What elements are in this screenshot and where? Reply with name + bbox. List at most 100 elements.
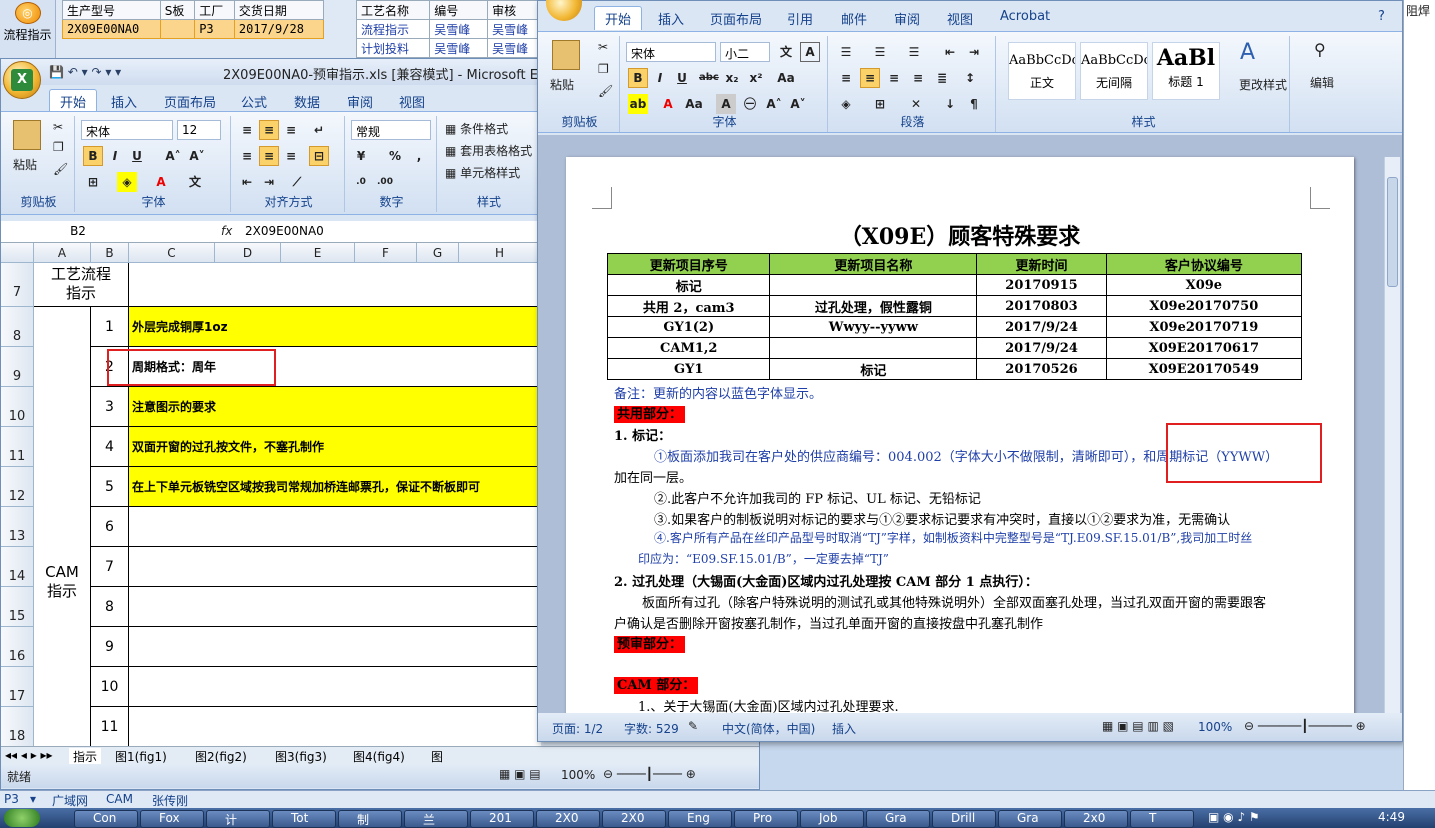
sheet-tab[interactable]: 图3(fig3)	[275, 748, 327, 765]
start-button[interactable]	[4, 809, 40, 827]
office-button[interactable]: X	[3, 61, 41, 99]
style-heading1[interactable]: AaBl 标题 1	[1152, 42, 1220, 100]
row-header[interactable]: 13	[1, 507, 34, 547]
decrease-indent-icon[interactable]: ⇤	[940, 42, 960, 62]
justify-icon[interactable]: ≡	[908, 68, 928, 88]
table-cell[interactable]: 过孔处理，假性露铜	[769, 295, 978, 317]
sheet-tab[interactable]: 图1(fig1)	[115, 748, 167, 765]
change-styles-icon[interactable]: A	[1240, 40, 1255, 65]
zoom-slider[interactable]: ⊖ ────┃──── ⊕	[603, 767, 696, 781]
sheet-tab[interactable]: 指示	[69, 748, 102, 765]
taskbar-item[interactable]: Gra	[866, 810, 930, 828]
table-cell[interactable]	[769, 274, 978, 296]
superscript-icon[interactable]: x²	[746, 68, 766, 88]
column-header[interactable]: H	[459, 243, 541, 263]
row-header[interactable]: 8	[1, 307, 34, 347]
table-cell[interactable]: 标记	[606, 274, 771, 296]
document-page[interactable]: （X09E）顾客特殊要求 更新项目序号 更新项目名称 更新时间 客户协议编号 标…	[566, 157, 1354, 717]
align-right-icon[interactable]: ≡	[884, 68, 904, 88]
chevron-down-icon[interactable]: ▾	[30, 792, 36, 806]
subscript-icon[interactable]: x₂	[722, 68, 742, 88]
font-color-icon[interactable]: A	[658, 94, 678, 114]
table-cell[interactable]: X09e	[1105, 274, 1303, 296]
style-no-spacing[interactable]: AaBbCcDc 无间隔	[1080, 42, 1148, 100]
row-number-cell[interactable]: 6	[91, 507, 129, 547]
select-all[interactable]	[1, 243, 34, 263]
align-middle-icon[interactable]: ≡	[259, 120, 279, 140]
worksheet-grid[interactable]: A B C D E F G H 7 工艺流程指示 8 9 10 11 12 13…	[1, 243, 541, 746]
network-button[interactable]: 广域网	[52, 792, 88, 809]
table-cell[interactable]: X09e20170719	[1105, 316, 1303, 338]
table-cell[interactable]: 20170915	[976, 274, 1107, 296]
column-header[interactable]: E	[281, 243, 355, 263]
column-header[interactable]: B	[91, 243, 129, 263]
row-header[interactable]: 15	[1, 587, 34, 627]
shrink-font-icon[interactable]: A˅	[788, 94, 808, 114]
taskbar-item[interactable]: Fox	[140, 810, 204, 828]
empty-cell[interactable]	[129, 263, 541, 307]
clear-format-icon[interactable]: Aa	[776, 68, 796, 88]
row-number-cell[interactable]: 5	[91, 467, 129, 507]
char-shading-icon[interactable]: A	[716, 94, 736, 114]
table-cell[interactable]: X09e20170750	[1105, 295, 1303, 317]
table-cell[interactable]: GY1	[606, 358, 771, 380]
table-cell[interactable]: CAM1,2	[606, 337, 771, 359]
grow-font-icon[interactable]: A˄	[764, 94, 784, 114]
view-buttons[interactable]: ▦ ▣ ▤ ▥ ▧	[1102, 719, 1174, 733]
column-header[interactable]: G	[417, 243, 459, 263]
tab-review[interactable]: 审阅	[347, 92, 373, 111]
insert-mode[interactable]: 插入	[832, 720, 856, 737]
taskbar-item[interactable]: 201	[470, 810, 534, 828]
grid-cell-date[interactable]: 2017/9/28	[233, 19, 325, 39]
quick-access-toolbar[interactable]: 💾 ↶ ▾ ↷ ▾ ▾	[49, 65, 121, 79]
row-number-cell[interactable]: 10	[91, 667, 129, 707]
tab-page-layout[interactable]: 页面布局	[710, 9, 762, 28]
number-format-select[interactable]: 常规	[351, 120, 431, 140]
bullets-icon[interactable]: ☰	[836, 42, 856, 62]
table-cell[interactable]: 2017/9/24	[976, 316, 1107, 338]
edit-button[interactable]: 编辑	[1310, 74, 1334, 91]
highlight-icon[interactable]: ab	[628, 94, 648, 114]
process-instruction-button[interactable]: ◎ 流程指示	[0, 0, 56, 58]
row-number-cell[interactable]: 1	[91, 307, 129, 347]
tab-insert[interactable]: 插入	[658, 9, 684, 28]
tab-insert[interactable]: 插入	[111, 92, 137, 111]
copy-icon[interactable]: ❐	[598, 62, 609, 76]
phonetic-guide-icon[interactable]: 文	[776, 42, 796, 62]
sheet-nav-icon[interactable]: ◂◂ ◂ ▸ ▸▸	[5, 748, 53, 762]
cut-icon[interactable]: ✂	[53, 120, 63, 134]
change-styles-button[interactable]: 更改样式	[1239, 76, 1287, 93]
clock[interactable]: 4:49	[1378, 810, 1405, 824]
italic-button[interactable]: I	[105, 146, 125, 166]
align-left-icon[interactable]: ≡	[836, 68, 856, 88]
align-center-icon[interactable]: ≡	[860, 68, 880, 88]
table-cell[interactable]: 20170803	[976, 295, 1107, 317]
instruction-cell[interactable]	[129, 507, 541, 547]
table-cell[interactable]: Wwyy--yyww	[769, 316, 978, 338]
column-header[interactable]: F	[355, 243, 417, 263]
grow-font-icon[interactable]: A˄	[163, 146, 183, 166]
underline-button[interactable]: U	[127, 146, 147, 166]
merge-center-icon[interactable]: ⊟	[309, 146, 329, 166]
shrink-font-icon[interactable]: A˅	[187, 146, 207, 166]
grid-cell[interactable]: 吴雪峰	[429, 38, 489, 58]
table-cell[interactable]: 标记	[769, 358, 978, 380]
grid-cell[interactable]: 计划投料	[355, 38, 431, 58]
grid-cell[interactable]: 吴雪峰	[429, 19, 489, 39]
cut-icon[interactable]: ✂	[598, 40, 608, 54]
taskbar-item[interactable]: 2x0	[1064, 810, 1128, 828]
decrease-decimal-icon[interactable]: .00	[375, 172, 395, 192]
taskbar-item[interactable]: 制	[338, 810, 402, 828]
row-header[interactable]: 10	[1, 387, 34, 427]
grid-cell-factory[interactable]: P3	[194, 19, 235, 39]
cam-label-cell[interactable]: CAM指示	[34, 307, 91, 746]
sheet-tab[interactable]: 图4(fig4)	[353, 748, 405, 765]
paste-icon[interactable]	[13, 120, 41, 150]
instruction-cell[interactable]	[129, 547, 541, 587]
font-color-icon[interactable]: A	[151, 172, 171, 192]
sheet-tab[interactable]: 图	[431, 748, 443, 765]
sheet-tab[interactable]: 图2(fig2)	[195, 748, 247, 765]
taskbar-item[interactable]: Tot	[272, 810, 336, 828]
taskbar-item[interactable]: Gra	[998, 810, 1062, 828]
cell-style-button[interactable]: ▦ 单元格样式	[445, 164, 520, 181]
